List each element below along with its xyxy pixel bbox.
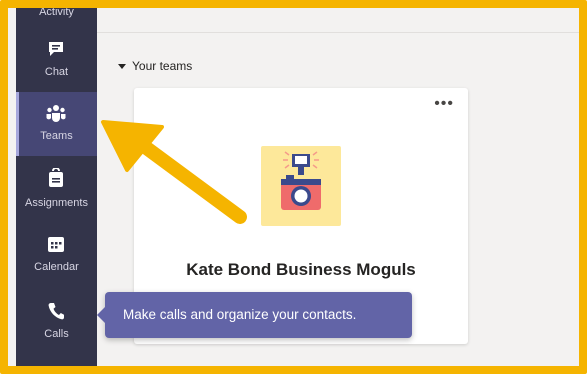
annotation-arrow bbox=[101, 120, 247, 224]
